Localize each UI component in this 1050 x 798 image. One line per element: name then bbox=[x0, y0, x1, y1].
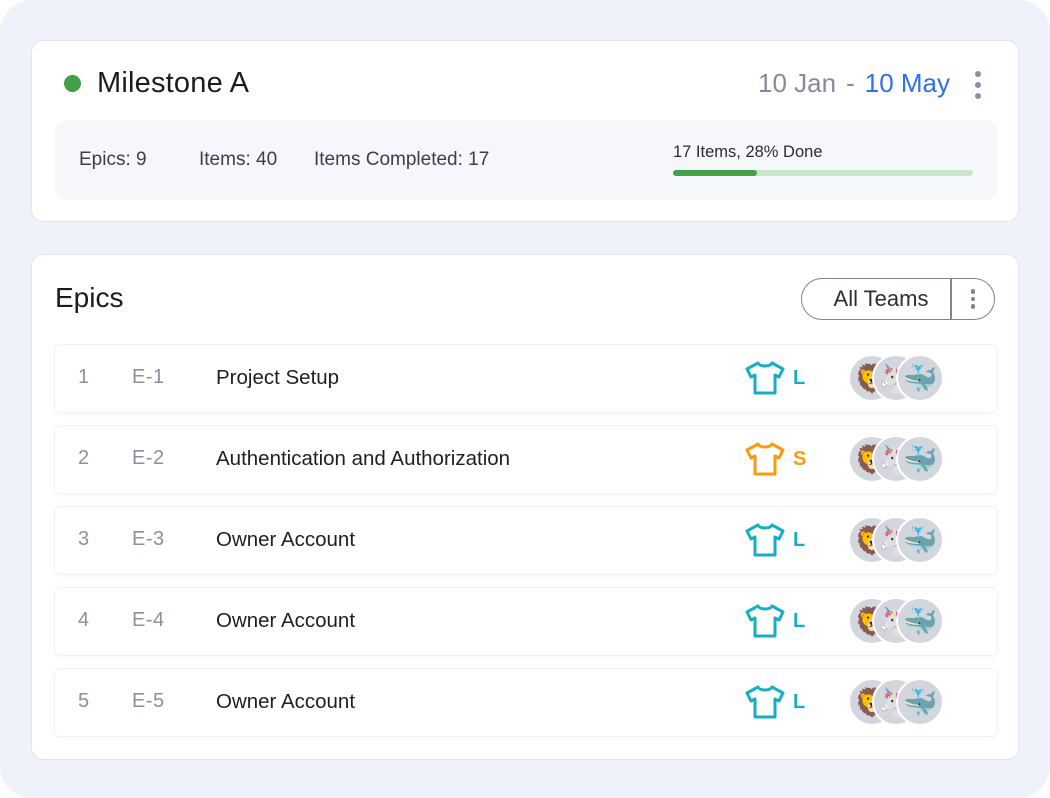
assignee-avatars[interactable]: 🦁🦄🐳 bbox=[848, 516, 944, 564]
epic-row[interactable]: 3 E-3 Owner Account L 🦁🦄🐳 bbox=[55, 507, 997, 574]
size-label: L bbox=[793, 528, 806, 551]
epic-size[interactable]: S bbox=[743, 440, 806, 478]
assignee-avatars[interactable]: 🦁🦄🐳 bbox=[848, 435, 944, 483]
epic-name[interactable]: Owner Account bbox=[216, 690, 355, 714]
epic-key: E-4 bbox=[132, 609, 165, 631]
epic-row[interactable]: 4 E-4 Owner Account L 🦁🦄🐳 bbox=[55, 588, 997, 655]
milestone-title: Milestone A bbox=[97, 67, 250, 99]
milestone-header: Milestone A bbox=[64, 67, 249, 100]
stat-items-completed: Items Completed: 17 bbox=[314, 149, 490, 170]
assignee-avatars[interactable]: 🦁🦄🐳 bbox=[848, 678, 944, 726]
epic-size[interactable]: L bbox=[743, 683, 805, 721]
date-separator: - bbox=[846, 68, 855, 98]
size-label: L bbox=[793, 609, 806, 632]
epic-key: E-5 bbox=[132, 690, 165, 712]
epic-index: 1 bbox=[78, 366, 90, 388]
tshirt-icon bbox=[745, 604, 785, 638]
epic-size[interactable]: L bbox=[743, 521, 805, 559]
epics-heading: Epics bbox=[55, 282, 124, 313]
epic-index: 2 bbox=[78, 447, 90, 469]
epic-index: 4 bbox=[78, 609, 90, 631]
epic-name[interactable]: Owner Account bbox=[216, 609, 355, 633]
epic-index: 5 bbox=[78, 690, 90, 712]
milestone-stats-panel: Epics: 9 Items: 40 Items Completed: 17 1… bbox=[55, 120, 997, 200]
progress-bar-fill bbox=[673, 170, 757, 176]
progress-label: 17 Items, 28% Done bbox=[673, 143, 823, 161]
stat-items: Items: 40 bbox=[199, 149, 278, 170]
tshirt-icon bbox=[745, 523, 785, 557]
size-label: S bbox=[793, 447, 807, 470]
epic-key: E-1 bbox=[132, 366, 165, 388]
epic-key: E-2 bbox=[132, 447, 165, 469]
epic-row[interactable]: 5 E-5 Owner Account L 🦁🦄🐳 bbox=[55, 669, 997, 736]
tshirt-icon bbox=[745, 361, 785, 395]
epic-size[interactable]: L bbox=[743, 359, 805, 397]
epic-index: 3 bbox=[78, 528, 90, 550]
epic-row[interactable]: 2 E-2 Authentication and Authorization S… bbox=[55, 426, 997, 493]
epic-name[interactable]: Owner Account bbox=[216, 528, 355, 552]
date-end[interactable]: 10 May bbox=[865, 68, 950, 99]
avatar[interactable]: 🐳 bbox=[896, 597, 944, 645]
assignee-avatars[interactable]: 🦁🦄🐳 bbox=[848, 354, 944, 402]
epic-name[interactable]: Project Setup bbox=[216, 366, 339, 390]
size-label: L bbox=[793, 690, 806, 713]
tshirt-icon bbox=[745, 442, 785, 476]
tshirt-icon bbox=[745, 685, 785, 719]
kebab-vertical-icon bbox=[970, 289, 975, 309]
kebab-vertical-icon bbox=[975, 71, 981, 77]
progress-bar bbox=[673, 170, 973, 176]
team-filter: All Teams bbox=[801, 278, 995, 320]
epic-list: 1 E-1 Project Setup L 🦁🦄🐳 2 E-2 Authenti… bbox=[55, 345, 997, 750]
milestone-date-range: 10 Jan - 10 May bbox=[758, 68, 950, 99]
page-background: Milestone A 10 Jan - 10 May Epics: 9 Ite… bbox=[0, 0, 1050, 798]
epic-name[interactable]: Authentication and Authorization bbox=[216, 447, 510, 471]
epic-row[interactable]: 1 E-1 Project Setup L 🦁🦄🐳 bbox=[55, 345, 997, 412]
date-start: 10 Jan bbox=[757, 68, 837, 98]
avatar[interactable]: 🐳 bbox=[896, 435, 944, 483]
size-label: L bbox=[793, 366, 806, 389]
milestone-card: Milestone A 10 Jan - 10 May Epics: 9 Ite… bbox=[31, 40, 1019, 222]
stat-epics: Epics: 9 bbox=[79, 149, 147, 170]
avatar[interactable]: 🐳 bbox=[896, 354, 944, 402]
avatar[interactable]: 🐳 bbox=[896, 516, 944, 564]
epics-card: Epics All Teams 1 E-1 Project Setup L 🦁🦄… bbox=[31, 254, 1019, 760]
epic-key: E-3 bbox=[132, 528, 165, 550]
avatar[interactable]: 🐳 bbox=[896, 678, 944, 726]
milestone-menu-button[interactable] bbox=[975, 71, 981, 99]
team-filter-menu-button[interactable] bbox=[952, 279, 995, 319]
team-filter-select[interactable]: All Teams bbox=[802, 286, 950, 312]
assignee-avatars[interactable]: 🦁🦄🐳 bbox=[848, 597, 944, 645]
epic-size[interactable]: L bbox=[743, 602, 805, 640]
status-dot-icon bbox=[64, 75, 81, 92]
